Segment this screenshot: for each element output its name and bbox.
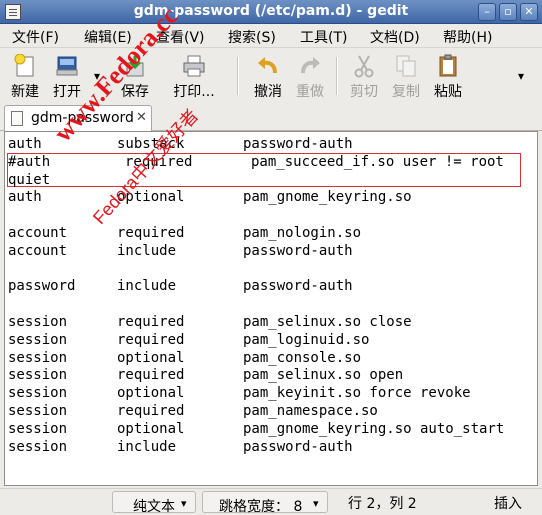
editor-field: pam_namespace.so	[243, 403, 378, 419]
open-folder-icon	[55, 54, 79, 78]
paste-button-label: 粘贴	[434, 84, 462, 100]
language-label: 纯文本	[133, 499, 175, 515]
copy-icon	[394, 54, 418, 78]
editor-field: session	[8, 403, 68, 419]
minimize-button[interactable]: –	[478, 3, 496, 21]
clipboard-icon	[436, 54, 460, 78]
text-document-icon	[11, 111, 23, 126]
editor-field: required	[117, 225, 185, 241]
editor-field: auth	[8, 136, 42, 152]
close-tab-button[interactable]: ✕	[136, 110, 147, 125]
editor-field: pam_console.so	[243, 349, 362, 366]
cursor-position: 行 2，列 2	[348, 496, 417, 512]
editor-field: pam_succeed_if.so user != root	[251, 153, 504, 170]
status-bar: 纯文本 ▾ 跳格宽度： 8 ▾ 行 2，列 2 插入	[0, 488, 542, 515]
window-title: gdm-password (/etc/pam.d) - gedit	[133, 3, 409, 19]
copy-button-label: 复制	[392, 84, 420, 100]
editor-field: optional	[117, 420, 185, 437]
editor-field: #auth	[8, 153, 51, 170]
editor-field: pam_selinux.so close	[243, 314, 412, 330]
editor-field: account	[8, 242, 68, 259]
editor-field: session	[8, 385, 68, 402]
copy-button[interactable]: 复制	[389, 52, 423, 100]
new-document-icon	[13, 53, 37, 78]
menu-documents[interactable]: 文档(D)	[370, 27, 420, 47]
menu-file[interactable]: 文件(F)	[12, 27, 59, 47]
undo-icon	[256, 54, 280, 78]
editor-field: required	[117, 314, 185, 330]
editor-field: password-auth	[243, 242, 353, 259]
editor-field: optional	[117, 385, 185, 402]
editor-field: include	[117, 438, 177, 455]
new-button-label: 新建	[11, 84, 39, 100]
menu-search[interactable]: 搜索(S)	[228, 27, 276, 47]
cut-button[interactable]: 剪切	[347, 52, 381, 100]
editor-field: session	[8, 367, 68, 384]
editor-field: password-auth	[243, 278, 353, 295]
editor-field: pam_loginuid.so	[243, 331, 370, 348]
editor-field: auth	[8, 189, 42, 206]
editor-field: pam_keyinit.so force revoke	[243, 385, 471, 402]
editor-field: pam_gnome_keyring.so	[243, 189, 412, 206]
redo-icon	[298, 54, 322, 78]
language-selector[interactable]: 纯文本 ▾	[112, 491, 196, 515]
editor-field: pam_nologin.so	[243, 225, 362, 241]
title-bar: gdm-password (/etc/pam.d) - gedit – ▫ ✕	[0, 0, 542, 24]
editor-field: session	[8, 420, 68, 437]
new-button[interactable]: 新建	[8, 52, 42, 100]
editor-field: password-auth	[243, 136, 353, 152]
toolbar-overflow-dropdown[interactable]: ▾	[518, 69, 524, 83]
editor-field: required	[117, 403, 185, 419]
toolbar-separator	[237, 57, 238, 95]
editor-field: session	[8, 331, 68, 348]
editor-field: required	[117, 367, 185, 384]
tab-width-selector[interactable]: 跳格宽度： 8 ▾	[202, 491, 328, 515]
editor-field: include	[117, 278, 177, 295]
editor-field: session	[8, 314, 68, 330]
text-editor[interactable]: auth substack password-auth #auth required pa…	[4, 131, 538, 486]
close-window-button[interactable]: ✕	[520, 3, 538, 21]
maximize-button[interactable]: ▫	[499, 3, 517, 21]
editor-field: required	[117, 331, 185, 348]
editor-field: password	[8, 278, 76, 295]
menu-bar: 文件(F) 编辑(E) 查看(V) 搜索(S) 工具(T) 文档(D) 帮助(H…	[0, 24, 542, 48]
chevron-down-icon: ▾	[181, 497, 187, 510]
editor-field: include	[117, 242, 177, 259]
tab-width-label: 跳格宽度： 8	[219, 499, 303, 515]
editor-field: pam_gnome_keyring.so auto_start	[243, 420, 505, 437]
insert-mode: 插入	[494, 496, 522, 512]
editor-field: session	[8, 349, 68, 366]
redo-button[interactable]: 重做	[293, 52, 327, 100]
scissors-icon	[352, 54, 376, 78]
editor-field: session	[8, 438, 68, 455]
editor-field: account	[8, 225, 68, 241]
menu-tools[interactable]: 工具(T)	[300, 27, 347, 47]
redo-button-label: 重做	[296, 84, 324, 100]
chevron-down-icon: ▾	[313, 497, 319, 510]
cut-button-label: 剪切	[350, 84, 378, 100]
editor-field: optional	[117, 349, 185, 366]
print-button[interactable]: 打印...	[172, 52, 216, 100]
menu-help[interactable]: 帮助(H)	[443, 27, 492, 47]
undo-button[interactable]: 撤消	[251, 52, 285, 100]
toolbar-separator	[336, 57, 337, 95]
print-button-label: 打印...	[173, 84, 215, 100]
printer-icon	[182, 54, 206, 78]
undo-button-label: 撤消	[254, 84, 282, 100]
editor-field: quiet	[8, 171, 51, 188]
paste-button[interactable]: 粘贴	[431, 52, 465, 100]
editor-field: pam_selinux.so open	[243, 367, 404, 384]
editor-field: password-auth	[243, 438, 353, 455]
